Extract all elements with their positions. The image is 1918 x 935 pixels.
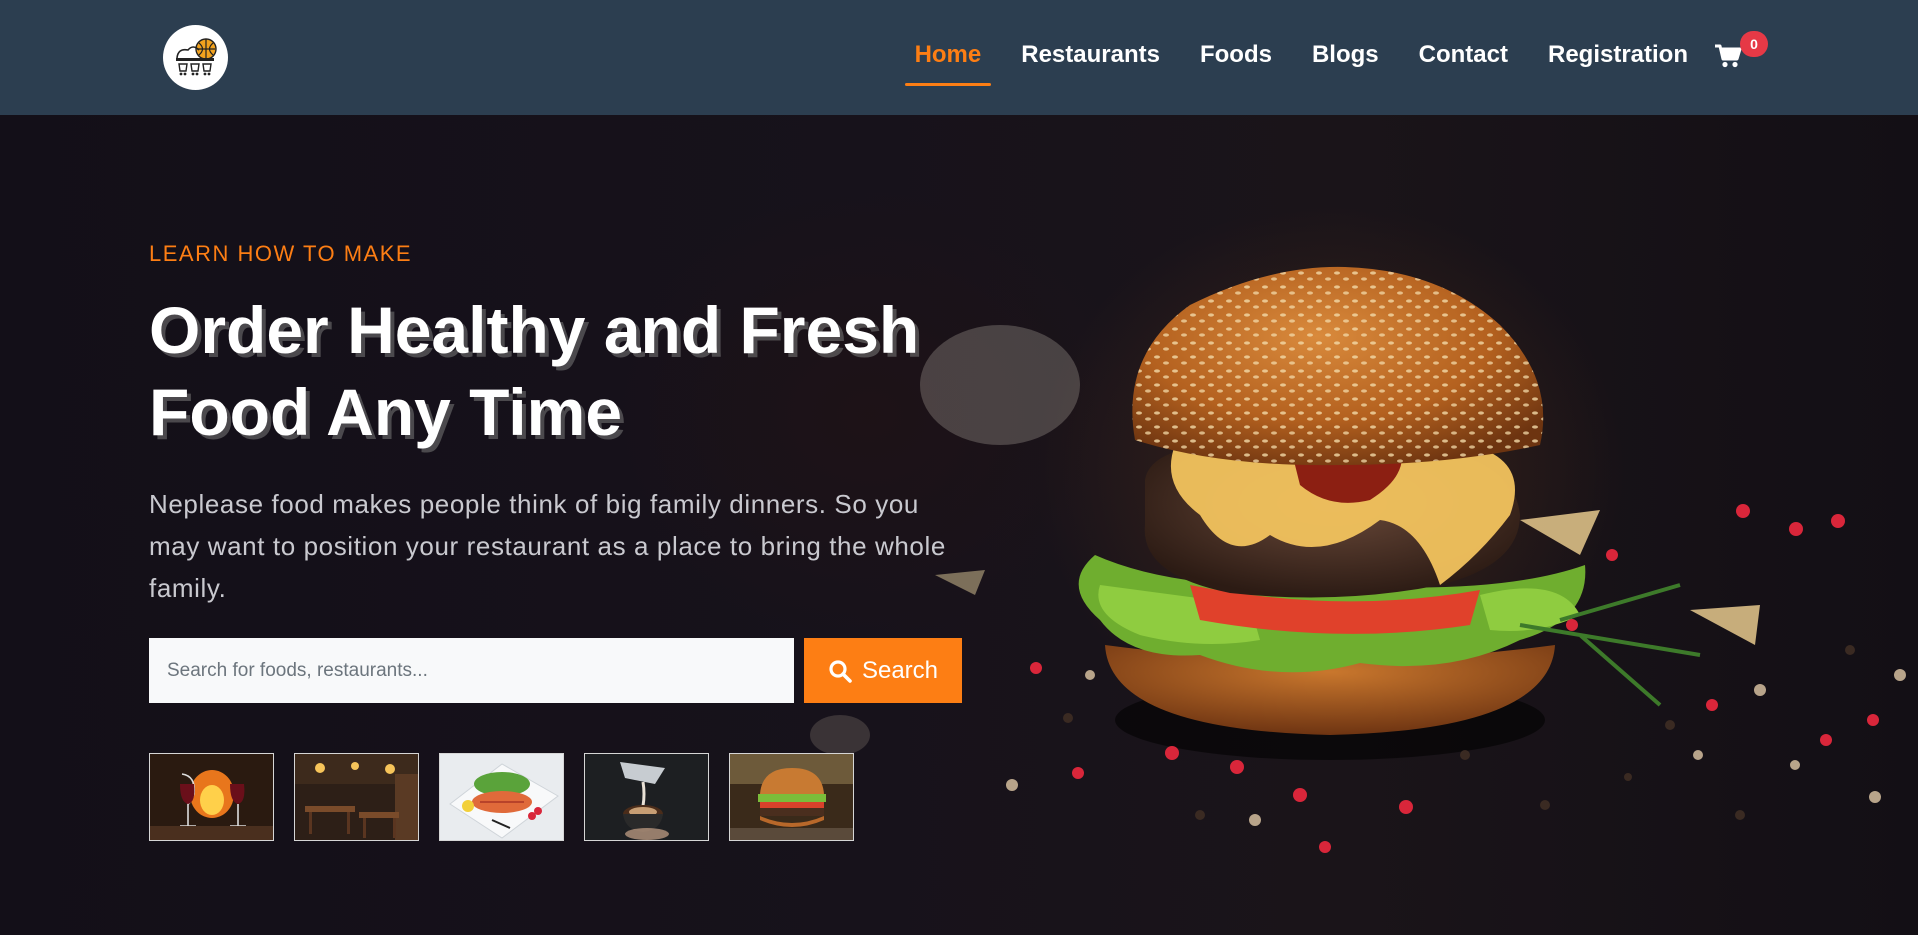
nav-link-contact[interactable]: Contact [1419, 30, 1508, 84]
wine-fireplace-image [150, 754, 273, 840]
hero-title: Order Healthy and Fresh Food Any Time [149, 289, 1009, 453]
hero-title-line-1: Order Healthy and Fresh [149, 293, 920, 367]
search-button-label: Search [861, 656, 939, 684]
thumbnail-restaurant-interior[interactable] [294, 753, 419, 841]
coffee-pour-image [585, 754, 708, 840]
nav-link-foods[interactable]: Foods [1200, 30, 1272, 84]
thumbnail-burger[interactable] [729, 753, 854, 841]
burger-thumbnail-image [730, 754, 853, 840]
cart-count-badge: 0 [1740, 31, 1768, 57]
salmon-salad-image [440, 754, 563, 840]
search-icon [829, 659, 852, 683]
thumbnail-gallery [149, 753, 854, 841]
search-input[interactable] [149, 638, 794, 703]
nav-link-registration[interactable]: Registration [1548, 30, 1688, 84]
logo-graphic-icon [175, 37, 217, 75]
brand-logo[interactable] [163, 25, 228, 90]
hero-section: LEARN HOW TO MAKE Order Healthy and Fres… [0, 115, 1918, 935]
navbar: Home Restaurants Foods Blogs Contact Reg… [0, 0, 1918, 115]
nav-link-blogs[interactable]: Blogs [1312, 30, 1379, 84]
restaurant-interior-image [295, 754, 418, 840]
thumbnail-salmon-salad[interactable] [439, 753, 564, 841]
cart-icon [1715, 44, 1742, 68]
hero-kicker: LEARN HOW TO MAKE [149, 241, 413, 266]
hero-title-line-2: Food Any Time [149, 375, 623, 449]
main-nav: Home Restaurants Foods Blogs Contact Reg… [875, 30, 1688, 86]
thumbnail-wine-fireplace[interactable] [149, 753, 274, 841]
nav-link-restaurants[interactable]: Restaurants [1021, 30, 1160, 84]
nav-link-home[interactable]: Home [904, 30, 991, 86]
hero-description: Neplease food makes people think of big … [149, 489, 946, 603]
search-button[interactable]: Search [804, 638, 962, 703]
thumbnail-coffee-pour[interactable] [584, 753, 709, 841]
